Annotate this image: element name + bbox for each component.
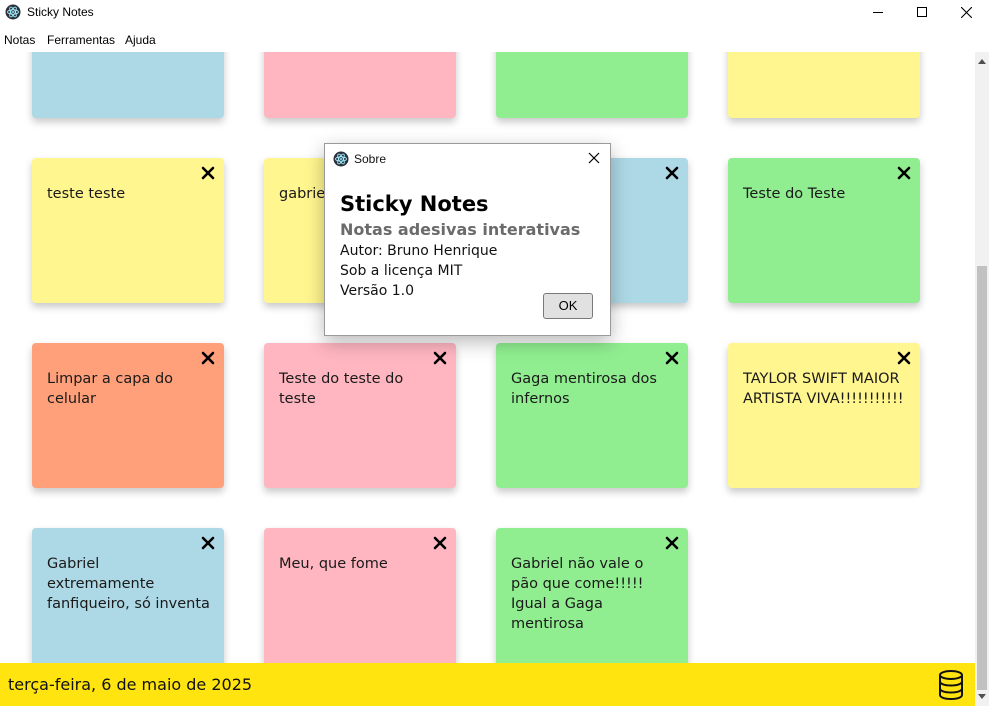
close-window-button[interactable]: [943, 0, 989, 24]
scroll-thumb[interactable]: [977, 266, 987, 690]
sticky-note[interactable]: TAYLOR SWIFT MAIOR ARTISTA VIVA!!!!!!!!!…: [728, 343, 920, 488]
sticky-note[interactable]: [32, 52, 224, 118]
delete-note-icon[interactable]: [897, 351, 911, 365]
note-text[interactable]: Meu, que fome: [279, 554, 442, 574]
delete-note-icon[interactable]: [201, 536, 215, 550]
sticky-note[interactable]: Meu, que fome: [264, 528, 456, 673]
about-dialog: Sobre Sticky Notes Notas adesivas intera…: [324, 143, 611, 336]
menu-notas[interactable]: Notas: [4, 32, 35, 48]
sticky-note[interactable]: teste teste: [32, 158, 224, 303]
delete-note-icon[interactable]: [665, 166, 679, 180]
app-icon: [333, 151, 349, 167]
current-date: terça-feira, 6 de maio de 2025: [8, 675, 253, 694]
sticky-note[interactable]: Teste do Teste: [728, 158, 920, 303]
maximize-icon: [917, 7, 927, 17]
note-text[interactable]: Teste do Teste: [743, 184, 906, 204]
note-text[interactable]: Teste do teste do teste: [279, 369, 442, 409]
sticky-note[interactable]: Gabriel não vale o pão que come!!!!! Igu…: [496, 528, 688, 673]
delete-note-icon[interactable]: [665, 536, 679, 550]
note-text[interactable]: Gabriel extremamente fanfiqueiro, só inv…: [47, 554, 210, 614]
sticky-note[interactable]: Limpar a capa do celular: [32, 343, 224, 488]
close-icon[interactable]: [587, 151, 601, 165]
delete-note-icon[interactable]: [201, 166, 215, 180]
note-text[interactable]: Limpar a capa do celular: [47, 369, 210, 409]
note-text[interactable]: TAYLOR SWIFT MAIOR ARTISTA VIVA!!!!!!!!!…: [743, 369, 906, 409]
sticky-note[interactable]: Teste do teste do teste: [264, 343, 456, 488]
delete-note-icon[interactable]: [433, 536, 447, 550]
vertical-scrollbar[interactable]: [975, 52, 989, 706]
maximize-button[interactable]: [899, 0, 945, 24]
delete-note-icon[interactable]: [201, 351, 215, 365]
dialog-license: Sob a licença MIT: [340, 263, 463, 279]
ok-button[interactable]: OK: [543, 293, 593, 319]
dialog-version: Versão 1.0: [340, 283, 415, 299]
dialog-title: Sobre: [354, 152, 387, 166]
app-icon: [5, 4, 21, 20]
window-title: Sticky Notes: [27, 5, 94, 19]
delete-note-icon[interactable]: [897, 166, 911, 180]
sticky-note[interactable]: Gaga mentirosa dos infernos: [496, 343, 688, 488]
dialog-author: Autor: Bruno Henrique: [340, 243, 498, 259]
status-bar: terça-feira, 6 de maio de 2025: [0, 663, 975, 706]
dialog-heading: Sticky Notes: [340, 192, 489, 216]
note-text[interactable]: teste teste: [47, 184, 210, 204]
scroll-down-arrow-icon[interactable]: [978, 694, 986, 700]
sticky-note[interactable]: [496, 52, 688, 118]
note-text[interactable]: Gabriel não vale o pão que come!!!!! Igu…: [511, 554, 674, 634]
sticky-note[interactable]: [728, 52, 920, 118]
minimize-icon: [873, 12, 883, 13]
database-icon[interactable]: [936, 669, 966, 701]
menu-ajuda[interactable]: Ajuda: [125, 32, 156, 48]
menu-ferramentas[interactable]: Ferramentas: [47, 32, 115, 48]
sticky-note[interactable]: Gabriel extremamente fanfiqueiro, só inv…: [32, 528, 224, 673]
scroll-up-arrow-icon[interactable]: [978, 58, 986, 64]
delete-note-icon[interactable]: [665, 351, 679, 365]
title-bar: Sticky Notes: [0, 0, 989, 24]
delete-note-icon[interactable]: [433, 351, 447, 365]
sticky-note[interactable]: [264, 52, 456, 118]
menu-bar: Notas Ferramentas Ajuda: [0, 30, 989, 50]
close-icon: [960, 6, 972, 18]
dialog-subtitle: Notas adesivas interativas: [340, 220, 581, 239]
minimize-button[interactable]: [855, 0, 901, 24]
note-text[interactable]: Gaga mentirosa dos infernos: [511, 369, 674, 409]
